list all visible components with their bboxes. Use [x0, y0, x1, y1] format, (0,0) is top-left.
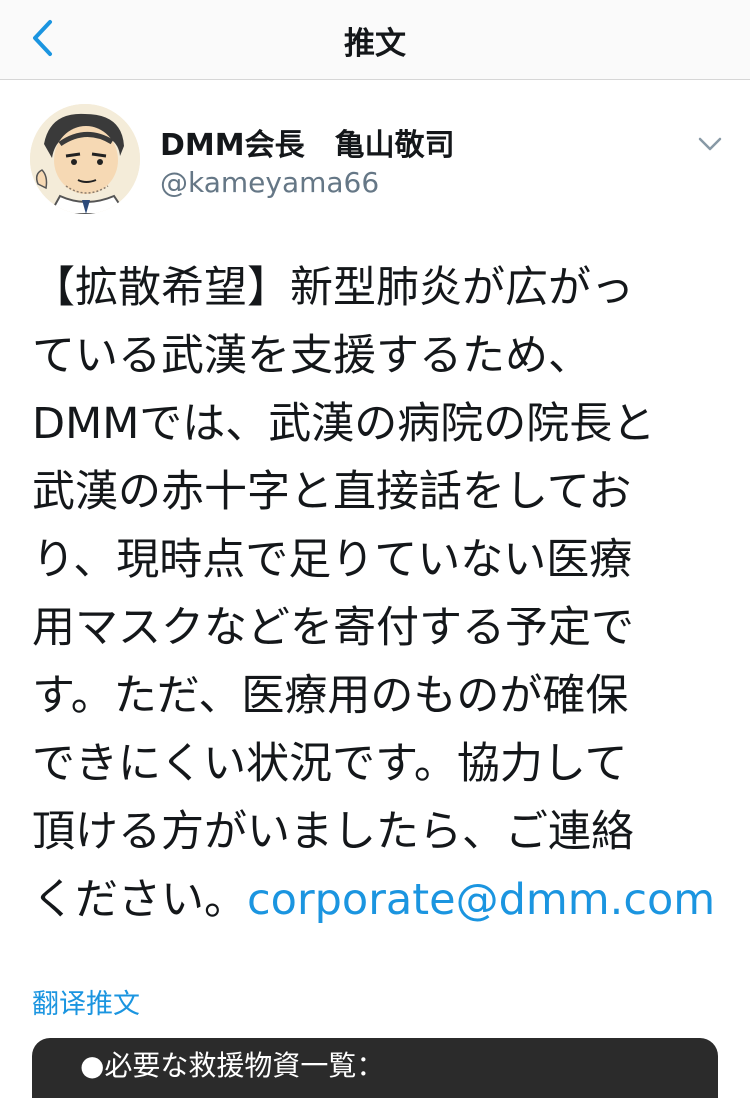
tweet-text-line: 用マスクなどを寄付する予定で: [32, 603, 634, 653]
tweet-text-line: ください。: [32, 875, 247, 925]
tweet-text-line: り、現時点で足りていない医療: [32, 535, 633, 585]
chevron-down-icon: [698, 137, 722, 151]
tweet: DMM会長 亀山敬司 @kameyama66 【拡散希望】新型肺炎が広がっ てい…: [0, 80, 750, 1098]
tweet-text-last-line: ください。corporate@dmm.com: [32, 866, 722, 934]
translate-tweet-link[interactable]: 翻译推文: [32, 982, 140, 1021]
tweet-text-line: ている武漢を支援するため、: [32, 331, 591, 381]
media-attachment[interactable]: ●必要な救援物資一覧：: [32, 1038, 718, 1098]
tweet-text-line: 頂ける方がいましたら、ご連絡: [32, 807, 634, 857]
tweet-text-line: DMMでは、武漢の病院の院長と: [32, 399, 656, 449]
tweet-text-line: できにくい状況です。協力して: [32, 739, 628, 789]
tweet-text-line: 武漢の赤十字と直接話をしてお: [32, 467, 632, 517]
avatar[interactable]: [30, 104, 140, 214]
page-title: 推文: [344, 26, 406, 62]
tweet-text-line: す。ただ、医療用のものが確保: [32, 671, 629, 721]
author-display-name[interactable]: DMM会長 亀山敬司: [160, 120, 455, 164]
avatar-illustration: [30, 104, 140, 214]
author-handle[interactable]: @kameyama66: [160, 166, 379, 199]
tweet-text-line: 【拡散希望】新型肺炎が広がっ: [32, 263, 634, 313]
tweet-options-button[interactable]: [690, 124, 730, 164]
media-caption: ●必要な救援物資一覧：: [80, 1049, 385, 1082]
email-link[interactable]: corporate@dmm.com: [247, 875, 715, 925]
nav-bar: 推文: [0, 0, 750, 80]
tweet-text: 【拡散希望】新型肺炎が広がっ ている武漢を支援するため、 DMMでは、武漢の病院…: [32, 254, 722, 934]
